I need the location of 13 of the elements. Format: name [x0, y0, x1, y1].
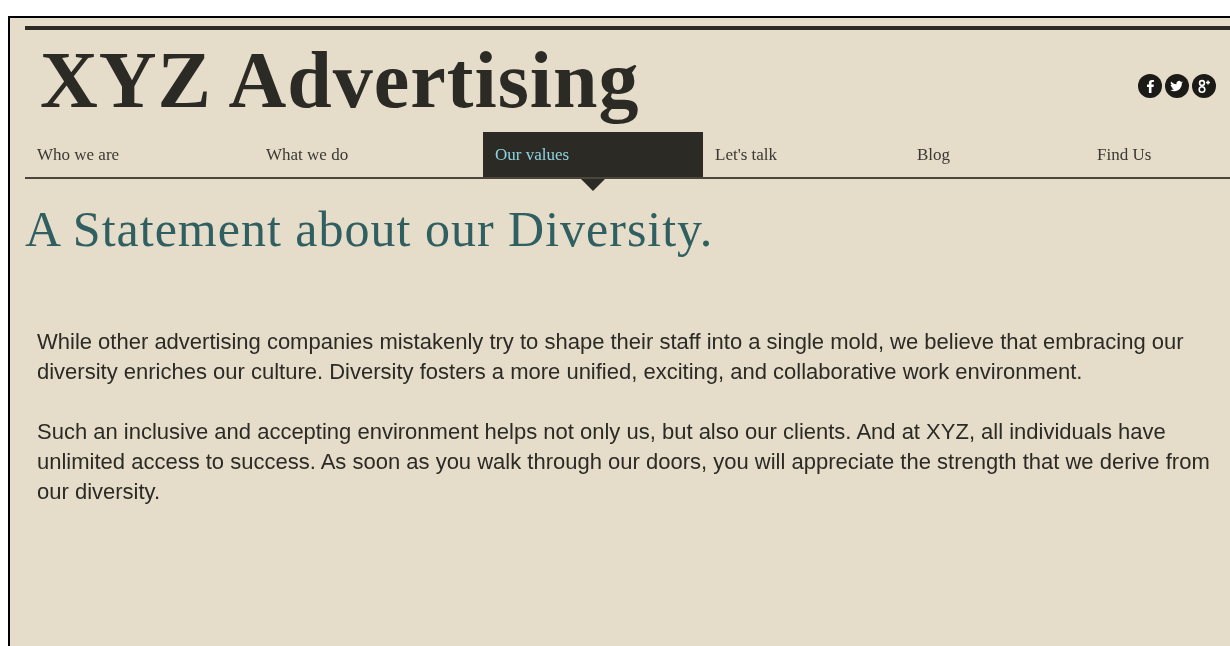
nav-link[interactable]: Let's talk	[703, 132, 905, 177]
tab-pointer	[581, 179, 605, 191]
nav-link[interactable]: Find Us	[1085, 132, 1230, 177]
nav-link[interactable]: Blog	[905, 132, 1085, 177]
site-title: XYZ Advertising	[40, 35, 640, 126]
paragraph: While other advertising companies mistakenly try to shape their staff into a single mold, we believe that embracing our diversity enriches our culture. Diversity fosters a more unified, exciting, and collaborative work environment.	[37, 328, 1185, 386]
paragraph: Such an inclusive and accepting environment helps not only us, but also our clients. And at XYZ, all individuals have unlimited access to success. As soon as you walk through our doors, you will appreciate the strength that we derive from our diversity.	[37, 418, 1211, 506]
nav-link[interactable]: What we do	[254, 132, 483, 177]
facebook-icon[interactable]	[1138, 74, 1162, 98]
nav-link[interactable]: Who we are	[25, 132, 254, 177]
page-heading: A Statement about our Diversity.	[25, 200, 715, 259]
google-plus-icon[interactable]	[1192, 74, 1216, 98]
twitter-icon[interactable]	[1165, 74, 1189, 98]
